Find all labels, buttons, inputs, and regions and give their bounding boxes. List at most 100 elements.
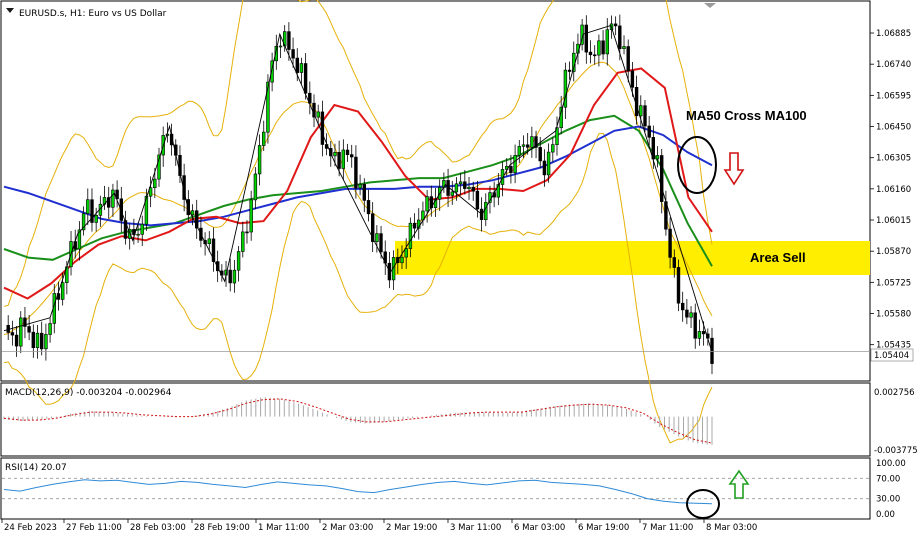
candle-body xyxy=(354,156,358,189)
candle-body xyxy=(412,222,417,229)
candle-body xyxy=(10,332,15,336)
candle-body xyxy=(245,231,249,234)
candle-body xyxy=(31,331,35,349)
candle-body xyxy=(207,238,211,244)
candle-body xyxy=(475,190,480,210)
area-sell-label: Area Sell xyxy=(750,250,806,265)
candle-body xyxy=(257,145,262,175)
candle-body xyxy=(375,233,379,243)
candle-body xyxy=(592,54,597,57)
candle-body xyxy=(232,269,237,284)
candle-body xyxy=(542,160,547,176)
time-tick-label: 24 Feb 2023 xyxy=(4,523,57,533)
candle-body xyxy=(463,181,467,189)
candle-body xyxy=(613,23,618,27)
candle-body xyxy=(404,248,408,258)
rsi-tick-label: 0.00 xyxy=(876,510,895,520)
rsi-panel xyxy=(0,457,871,520)
candle-body xyxy=(44,334,48,350)
candle-body xyxy=(567,69,572,72)
candle-body xyxy=(597,40,601,56)
candle-body xyxy=(345,149,350,155)
candle-body xyxy=(425,196,429,212)
candle-body xyxy=(320,111,325,145)
candle-body xyxy=(333,152,337,157)
candle-body xyxy=(27,326,31,333)
candle-body xyxy=(228,269,232,284)
time-tick-label: 28 Feb 19:00 xyxy=(194,523,250,533)
candle-body xyxy=(546,151,551,176)
candle-body xyxy=(362,184,366,201)
candle-body xyxy=(659,155,664,202)
macd-tick-label: 0.002756 xyxy=(874,388,915,398)
candle-body xyxy=(136,233,140,236)
candle-body xyxy=(86,199,90,214)
candle-body xyxy=(241,231,245,252)
candle-body xyxy=(366,200,371,215)
candle-body xyxy=(630,70,635,88)
candle-body xyxy=(236,251,241,271)
candle-body xyxy=(400,256,404,264)
candle-body xyxy=(60,282,65,300)
candle-body xyxy=(39,332,44,350)
candle-body xyxy=(693,312,697,339)
time-tick-label: 3 Mar 11:00 xyxy=(450,523,501,533)
candle-body xyxy=(584,24,589,53)
price-tick-label: 1.05725 xyxy=(876,278,911,288)
time-tick-label: 1 Mar 11:00 xyxy=(258,523,309,533)
candle-body xyxy=(685,309,689,318)
candle-body xyxy=(299,63,304,73)
time-tick-label: 6 Mar 19:00 xyxy=(578,523,629,533)
time-tick-label: 8 Mar 03:00 xyxy=(706,523,757,533)
price-tick-label: 1.05580 xyxy=(876,310,911,320)
candle-body xyxy=(19,317,23,347)
price-tick-label: 1.06305 xyxy=(876,154,911,164)
candle-body xyxy=(379,233,383,253)
candle-body xyxy=(530,136,534,148)
candle-body xyxy=(316,111,320,118)
candle-body xyxy=(153,178,157,189)
candle-body xyxy=(517,146,522,156)
candle-body xyxy=(626,46,630,72)
candle-body xyxy=(605,29,610,55)
candle-body xyxy=(509,166,513,173)
candle-body xyxy=(701,331,706,335)
price-tick-label: 1.06740 xyxy=(876,60,911,70)
time-tick-label: 2 Mar 03:00 xyxy=(322,523,373,533)
candle-body xyxy=(266,81,270,133)
price-tick-label: 1.06885 xyxy=(876,29,911,39)
candle-body xyxy=(337,152,341,169)
candle-body xyxy=(525,144,530,148)
candle-body xyxy=(697,331,702,339)
candle-body xyxy=(14,334,19,347)
macd-tick-label: -0.003775 xyxy=(874,446,918,456)
price-tick-label: 1.06015 xyxy=(876,216,911,226)
candle-body xyxy=(643,105,647,127)
candle-body xyxy=(35,332,40,349)
candle-body xyxy=(295,57,299,73)
candle-body xyxy=(668,228,672,258)
rsi-tick-label: 30.00 xyxy=(876,495,900,505)
time-tick-label: 28 Feb 03:00 xyxy=(130,523,186,533)
cross-annotation: MA50 Cross MA100 xyxy=(686,108,807,123)
candle-body xyxy=(689,312,693,318)
candle-body xyxy=(467,186,471,189)
candle-body xyxy=(471,186,475,192)
candle-body xyxy=(287,31,291,50)
candle-body xyxy=(249,199,253,233)
candle-body xyxy=(601,40,605,55)
candle-body xyxy=(349,154,354,158)
candle-body xyxy=(358,184,362,189)
rsi-tick-label: 70.00 xyxy=(876,474,900,484)
price-tick-label: 1.05870 xyxy=(876,247,911,257)
candle-body xyxy=(94,215,98,223)
candle-body xyxy=(676,267,681,304)
candle-body xyxy=(341,149,345,169)
candle-body xyxy=(190,210,195,216)
time-tick-label: 7 Mar 11:00 xyxy=(642,523,693,533)
candle-body xyxy=(672,257,677,268)
candle-body xyxy=(261,131,266,146)
candle-body xyxy=(588,51,593,56)
candle-body xyxy=(551,144,555,153)
candle-body xyxy=(622,46,626,50)
